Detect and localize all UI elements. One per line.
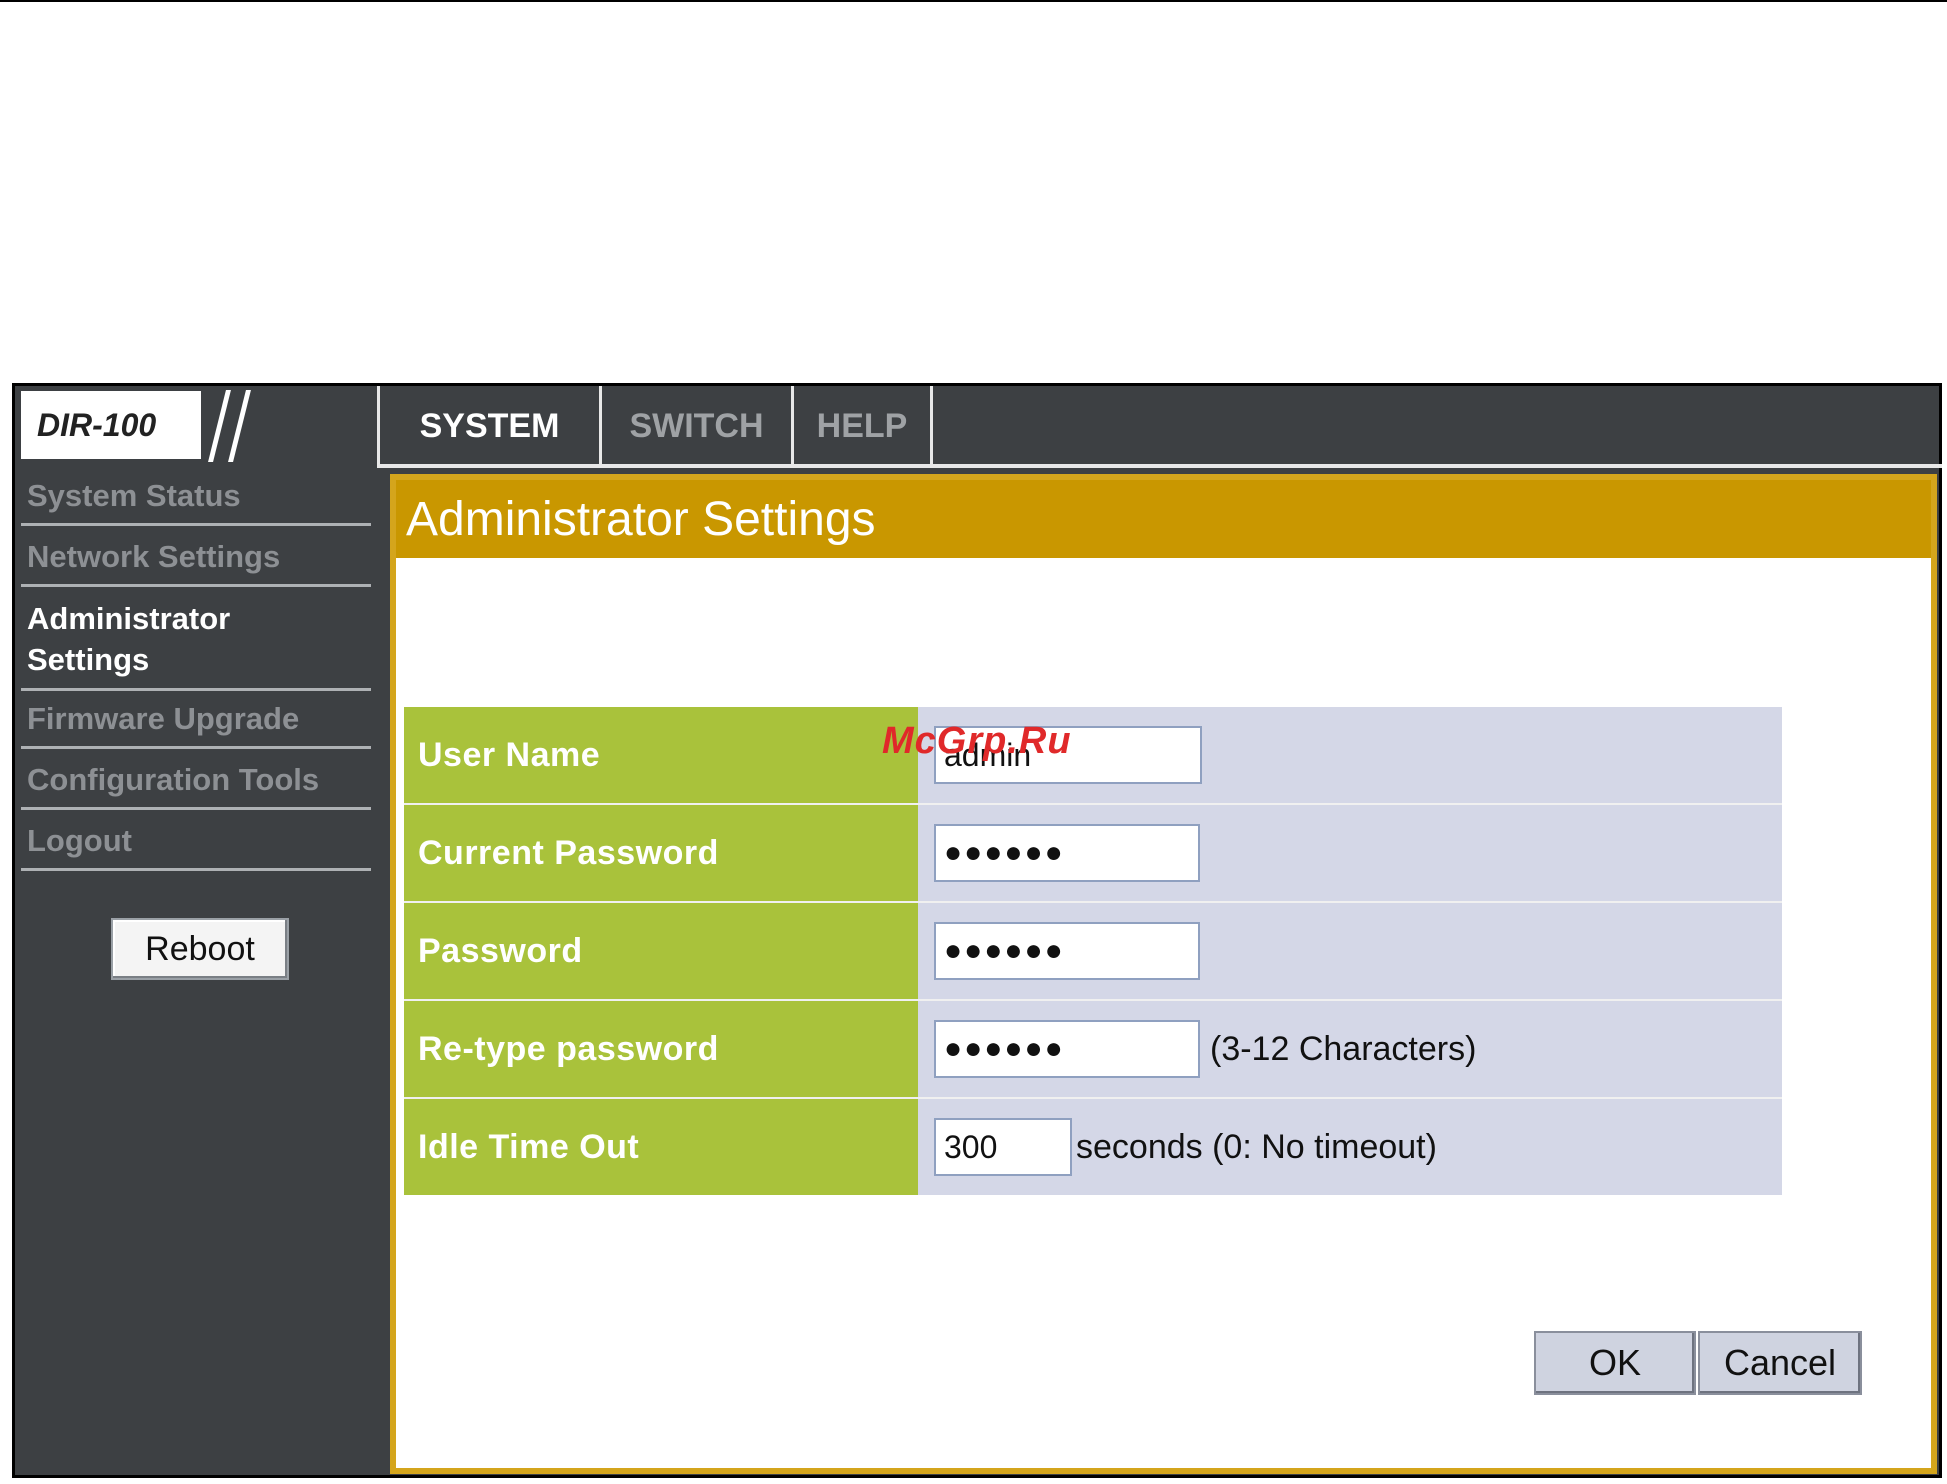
sidebar-item-network-settings[interactable]: Network Settings [21,529,371,587]
current-password-cell [918,805,1782,901]
logo-slash-icon [208,390,231,462]
password-length-hint: (3-12 Characters) [1210,1029,1477,1068]
form-row-retype-password: Re-type password (3-12 Characters) [404,1001,1782,1099]
page-title: Administrator Settings [396,480,1931,558]
router-admin-frame: DIR-100 SYSTEM SWITCH HELP System Status… [12,383,1942,1478]
sidebar-item-configuration-tools[interactable]: Configuration Tools [21,752,371,810]
cancel-button[interactable]: Cancel [1698,1331,1862,1395]
idle-timeout-label: Idle Time Out [404,1099,918,1195]
form-row-password: Password [404,903,1782,1001]
password-label: Password [404,903,918,999]
sidebar-item-system-status[interactable]: System Status [21,468,371,526]
retype-password-label: Re-type password [404,1001,918,1097]
sidebar: System Status Network Settings Administr… [15,468,377,1475]
form-row-idle-timeout: Idle Time Out seconds (0: No timeout) [404,1099,1782,1195]
sidebar-item-administrator-settings[interactable]: Administrator Settings [21,590,331,688]
reboot-button[interactable]: Reboot [111,918,289,980]
retype-password-input[interactable] [934,1020,1200,1078]
tab-system[interactable]: SYSTEM [380,386,602,466]
sidebar-item-firmware-upgrade[interactable]: Firmware Upgrade [21,691,371,749]
sidebar-item-logout[interactable]: Logout [21,813,371,871]
form-row-username: User Name [404,707,1782,805]
tab-help[interactable]: HELP [794,386,933,466]
current-password-label: Current Password [404,805,918,901]
retype-password-cell: (3-12 Characters) [918,1001,1782,1097]
idle-timeout-input[interactable] [934,1118,1072,1176]
admin-settings-form: User Name Current Password Password Re-t… [404,707,1782,1195]
ok-button[interactable]: OK [1534,1331,1696,1395]
username-label: User Name [404,707,918,803]
idle-timeout-hint: seconds (0: No timeout) [1076,1127,1437,1166]
password-input[interactable] [934,922,1200,980]
logo-slash-icon [228,390,251,462]
content-panel: Administrator Settings User Name Current… [390,474,1937,1474]
header-bottom-rule [377,464,1942,468]
product-logo: DIR-100 [21,391,201,459]
idle-timeout-cell: seconds (0: No timeout) [918,1099,1782,1195]
form-row-current-password: Current Password [404,805,1782,903]
top-rule [0,0,1947,2]
password-cell [918,903,1782,999]
tab-switch[interactable]: SWITCH [602,386,794,466]
watermark-text: McGrp.Ru [882,720,1072,762]
current-password-input[interactable] [934,824,1200,882]
